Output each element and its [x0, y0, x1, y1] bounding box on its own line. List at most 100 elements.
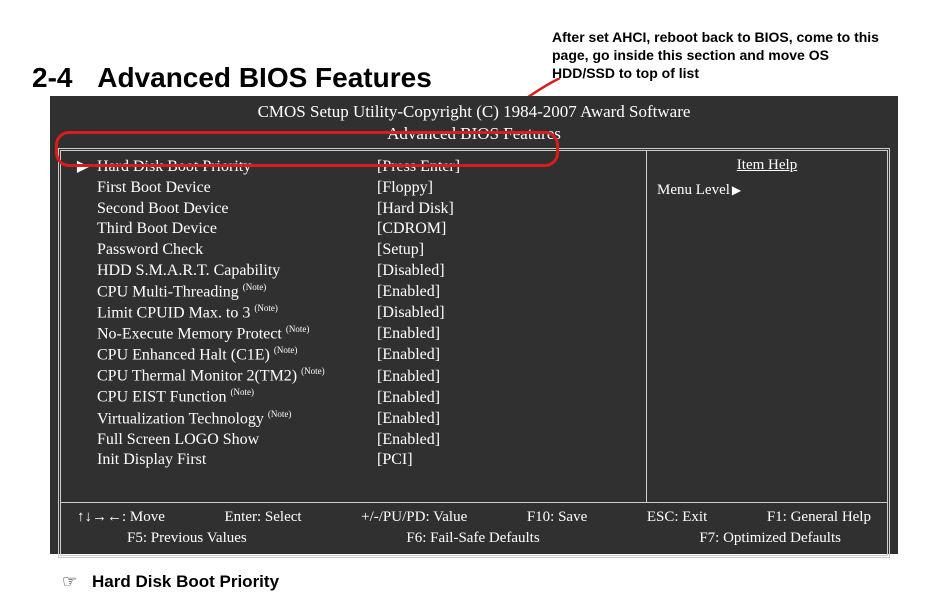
bottom-item-label: Hard Disk Boot Priority	[92, 572, 279, 591]
footer-move: ↑↓→←: Move	[77, 507, 165, 528]
row-value: [Hard Disk]	[377, 199, 638, 220]
row-label-text: First Boot Device	[97, 179, 211, 196]
row-note: (Note)	[274, 345, 298, 355]
footer-value: +/-/PU/PD: Value	[361, 507, 467, 528]
bios-subheader: Advanced BIOS Features	[50, 124, 898, 148]
bios-setting-row[interactable]: CPU EIST Function (Note)[Enabled]	[69, 387, 638, 408]
row-value: [Setup]	[377, 240, 638, 261]
bios-setting-row[interactable]: ▶Hard Disk Boot Priority [Press Enter]	[69, 157, 638, 178]
row-label: Password Check	[97, 240, 377, 261]
row-label: Virtualization Technology (Note)	[97, 409, 377, 430]
bios-setting-row[interactable]: CPU Multi-Threading (Note)[Enabled]	[69, 282, 638, 303]
menu-level: Menu Level▶	[657, 178, 877, 199]
bios-setting-row[interactable]: Second Boot Device [Hard Disk]	[69, 199, 638, 220]
bios-setting-row[interactable]: First Boot Device [Floppy]	[69, 178, 638, 199]
row-note: (Note)	[286, 324, 310, 334]
bios-setting-row[interactable]: Full Screen LOGO Show [Enabled]	[69, 430, 638, 451]
row-label: HDD S.M.A.R.T. Capability	[97, 261, 377, 282]
row-value: [Enabled]	[377, 282, 638, 303]
row-value: [PCI]	[377, 450, 638, 471]
footer-previous: F5: Previous Values	[127, 528, 247, 549]
annotation-text: After set AHCI, reboot back to BIOS, com…	[552, 28, 892, 83]
row-label: First Boot Device	[97, 178, 377, 199]
row-value: [Floppy]	[377, 178, 638, 199]
row-marker-icon: ▶	[69, 157, 97, 178]
row-value: [Disabled]	[377, 303, 638, 324]
bios-setting-row[interactable]: Init Display First [PCI]	[69, 450, 638, 471]
bios-settings-panel: ▶Hard Disk Boot Priority[Press Enter]Fir…	[61, 151, 647, 502]
row-label-text: Limit CPUID Max. to 3	[97, 304, 250, 321]
bios-header: CMOS Setup Utility-Copyright (C) 1984-20…	[50, 96, 898, 124]
annotation-line-3: HDD/SSD to top of list	[552, 64, 892, 82]
row-label-text: Init Display First	[97, 451, 206, 468]
row-label-text: Password Check	[97, 241, 203, 258]
row-label: CPU Multi-Threading (Note)	[97, 282, 377, 303]
row-value: [Disabled]	[377, 261, 638, 282]
row-note: (Note)	[301, 366, 325, 376]
row-label: CPU EIST Function (Note)	[97, 387, 377, 408]
row-label-text: Virtualization Technology	[97, 410, 264, 427]
row-label: CPU Thermal Monitor 2(TM2) (Note)	[97, 366, 377, 387]
row-value: [Enabled]	[377, 324, 638, 345]
section-title: Advanced BIOS Features	[97, 62, 432, 93]
row-note: (Note)	[254, 303, 278, 313]
section-number: 2-4	[32, 62, 72, 93]
footer-save: F10: Save	[527, 507, 587, 528]
row-label: Second Boot Device	[97, 199, 377, 220]
row-label-text: CPU Enhanced Halt (C1E)	[97, 346, 270, 363]
menu-level-arrow-icon: ▶	[732, 183, 741, 197]
bios-setting-row[interactable]: CPU Thermal Monitor 2(TM2) (Note)[Enable…	[69, 366, 638, 387]
row-label: Hard Disk Boot Priority	[97, 157, 377, 178]
item-help-title: Item Help	[657, 157, 877, 178]
footer-line-1: ↑↓→←: Move Enter: Select +/-/PU/PD: Valu…	[77, 507, 871, 528]
row-label: Third Boot Device	[97, 219, 377, 240]
bios-footer: ↑↓→←: Move Enter: Select +/-/PU/PD: Valu…	[61, 502, 887, 555]
bios-setting-row[interactable]: Virtualization Technology (Note)[Enabled…	[69, 409, 638, 430]
row-value: [Enabled]	[377, 345, 638, 366]
footer-failsafe: F6: Fail-Safe Defaults	[406, 528, 539, 549]
annotation-line-2: page, go inside this section and move OS	[552, 46, 892, 64]
bottom-item: ☞ Hard Disk Boot Priority	[62, 572, 279, 592]
row-label-text: CPU Multi-Threading	[97, 283, 239, 300]
row-value: [Enabled]	[377, 388, 638, 409]
row-label-text: No-Execute Memory Protect	[97, 325, 282, 342]
bios-setting-row[interactable]: No-Execute Memory Protect (Note)[Enabled…	[69, 324, 638, 345]
bios-setting-row[interactable]: Third Boot Device [CDROM]	[69, 219, 638, 240]
row-value: [CDROM]	[377, 219, 638, 240]
row-note: (Note)	[231, 387, 255, 397]
row-label: CPU Enhanced Halt (C1E) (Note)	[97, 345, 377, 366]
hand-icon: ☞	[62, 572, 77, 591]
row-label-text: Third Boot Device	[97, 220, 217, 237]
row-note: (Note)	[243, 282, 267, 292]
footer-esc: ESC: Exit	[647, 507, 707, 528]
row-label: Limit CPUID Max. to 3 (Note)	[97, 303, 377, 324]
row-label-text: CPU Thermal Monitor 2(TM2)	[97, 368, 297, 385]
bios-setting-row[interactable]: CPU Enhanced Halt (C1E) (Note)[Enabled]	[69, 345, 638, 366]
footer-help: F1: General Help	[767, 507, 871, 528]
row-label-text: CPU EIST Function	[97, 389, 227, 406]
row-label-text: Second Boot Device	[97, 200, 229, 217]
row-value: [Enabled]	[377, 409, 638, 430]
footer-optimized: F7: Optimized Defaults	[699, 528, 841, 549]
row-value: [Press Enter]	[377, 157, 638, 178]
bios-setting-row[interactable]: Password Check [Setup]	[69, 240, 638, 261]
bios-setting-row[interactable]: Limit CPUID Max. to 3 (Note)[Disabled]	[69, 303, 638, 324]
row-label-text: Full Screen LOGO Show	[97, 431, 259, 448]
footer-line-2: F5: Previous Values F6: Fail-Safe Defaul…	[77, 528, 871, 549]
row-label-text: Hard Disk Boot Priority	[97, 158, 251, 175]
row-label-text: HDD S.M.A.R.T. Capability	[97, 262, 280, 279]
row-note: (Note)	[268, 409, 292, 419]
bios-frame: ▶Hard Disk Boot Priority[Press Enter]Fir…	[58, 148, 890, 558]
row-label: Init Display First	[97, 450, 377, 471]
menu-level-label: Menu Level	[657, 182, 730, 198]
row-value: [Enabled]	[377, 367, 638, 388]
row-label: No-Execute Memory Protect (Note)	[97, 324, 377, 345]
bios-window: CMOS Setup Utility-Copyright (C) 1984-20…	[50, 96, 898, 554]
row-value: [Enabled]	[377, 430, 638, 451]
section-heading: 2-4 Advanced BIOS Features	[32, 62, 432, 94]
bios-help-panel: Item Help Menu Level▶	[647, 151, 887, 502]
bios-setting-row[interactable]: HDD S.M.A.R.T. Capability [Disabled]	[69, 261, 638, 282]
row-label: Full Screen LOGO Show	[97, 430, 377, 451]
footer-enter: Enter: Select	[225, 507, 302, 528]
annotation-line-1: After set AHCI, reboot back to BIOS, com…	[552, 28, 892, 46]
